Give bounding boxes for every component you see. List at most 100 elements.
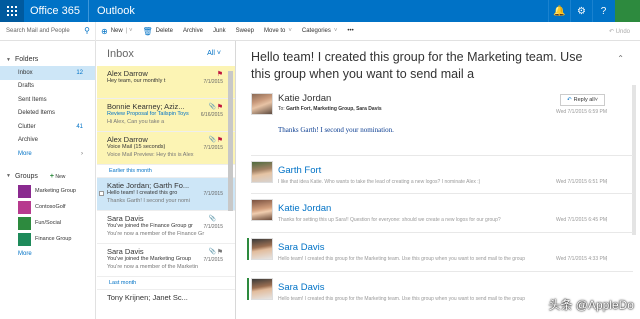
folder-label: Inbox	[18, 69, 33, 76]
categories-button[interactable]: Categories ˅	[297, 22, 343, 41]
gear-icon[interactable]: ⚙	[570, 0, 592, 22]
archive-button[interactable]: Archive	[178, 22, 208, 41]
groups-more-link[interactable]: More	[0, 247, 95, 261]
folders-header-label: Folders	[14, 56, 39, 63]
group-icon	[18, 184, 31, 198]
message-item[interactable]: Alex Darrow ⚑ Hey team, our monthly t 7/…	[97, 66, 235, 99]
sender-name[interactable]: Sara Davis	[278, 242, 324, 253]
user-avatar[interactable]	[614, 0, 640, 22]
reply-all-button[interactable]: ↶ Reply all ˅	[560, 94, 605, 106]
move-to-label: Move to	[264, 28, 286, 34]
group-item[interactable]: Marketing Group	[0, 183, 95, 199]
folders-header[interactable]: ▼ Folders	[0, 53, 95, 66]
section-header: Last month	[97, 277, 235, 290]
new-group-label: New	[55, 173, 66, 180]
message-item-selected[interactable]: Katie Jordan; Garth Fo... Hello team! I …	[97, 178, 235, 211]
flag-icon[interactable]: ⚑	[217, 70, 223, 78]
reading-scrollbar[interactable]	[632, 85, 636, 235]
sweep-button[interactable]: Sweep	[231, 22, 259, 41]
sender-name[interactable]: Sara Davis	[278, 282, 324, 293]
message-item[interactable]: Sara Davis 📎 ⚑ You've joined the Marketi…	[97, 244, 235, 277]
new-label: New	[110, 28, 123, 34]
sender-avatar[interactable]	[251, 278, 273, 300]
more-options-icon[interactable]: ⋮	[604, 256, 609, 262]
flag-icon[interactable]: ⚑	[217, 136, 223, 144]
conversation-message[interactable]: Sara Davis Hello team! I created this gr…	[247, 238, 627, 264]
attachment-icon: 📎	[208, 137, 216, 143]
top-bar: Office 365 Outlook 🔔 ⚙ ?	[0, 0, 640, 22]
app-name[interactable]: Outlook	[89, 5, 135, 17]
more-actions-button[interactable]: •••	[342, 22, 358, 41]
message-item[interactable]: Alex Darrow 📎 ⚑ Voice Mail (15 seconds) …	[97, 132, 235, 165]
bell-icon[interactable]: 🔔	[548, 0, 570, 22]
group-item[interactable]: Finance Group	[0, 231, 95, 247]
outlook-window: Office 365 Outlook 🔔 ⚙ ? Search Mail and…	[0, 0, 640, 319]
folder-item-inbox[interactable]: Inbox 12	[0, 66, 95, 80]
conversation-message[interactable]: Garth Fort I like that idea Katie. Who w…	[251, 161, 627, 187]
group-indicator	[247, 278, 249, 300]
unread-count: 12	[76, 69, 83, 76]
collapse-triangle-icon: ▼	[6, 173, 11, 179]
app-launcher-button[interactable]	[0, 0, 24, 22]
flag-icon[interactable]: ⚑	[217, 248, 223, 256]
move-to-button[interactable]: Move to ˅	[259, 22, 297, 41]
sender-avatar[interactable]	[251, 199, 273, 221]
message-date: Wed 7/1/2015 4:33 PM	[555, 256, 607, 262]
message-date: 6/16/2015	[200, 112, 223, 118]
chevron-down-icon[interactable]: | ˅	[126, 28, 133, 34]
message-divider	[251, 155, 633, 156]
sender-name[interactable]: Garth Fort	[278, 165, 321, 176]
list-scrollbar[interactable]	[228, 71, 233, 211]
message-item[interactable]: Tony Krijnen; Janet Sc...	[97, 290, 235, 319]
folder-label: Deleted Items	[18, 110, 56, 117]
message-date: 7/1/2015	[203, 191, 223, 197]
folder-item-sent[interactable]: Sent Items	[0, 93, 95, 107]
message-item[interactable]: Sara Davis 📎 You've joined the Finance G…	[97, 211, 235, 244]
search-icon[interactable]: ⚲	[84, 26, 90, 35]
sender-name[interactable]: Katie Jordan	[278, 203, 331, 214]
filter-dropdown[interactable]: All ˅	[207, 50, 221, 57]
folder-item-clutter[interactable]: Clutter 41	[0, 120, 95, 134]
message-date: Wed 7/1/2015 6:59 PM	[555, 109, 607, 115]
reading-pane: Hello team! I created this group for the…	[237, 41, 640, 319]
message-item[interactable]: Bonnie Kearney; Aziz... 📎 ⚑ Review Propo…	[97, 99, 235, 132]
attachment-icon: 📎	[208, 104, 216, 110]
search-input[interactable]: Search Mail and People ⚲	[0, 21, 96, 41]
group-item[interactable]: ContosoGolf	[0, 199, 95, 215]
more-options-icon[interactable]: ⋮	[604, 179, 609, 185]
categories-label: Categories	[301, 28, 331, 34]
group-item[interactable]: Fun/Social	[0, 215, 95, 231]
select-checkbox[interactable]	[99, 191, 104, 196]
sender-avatar[interactable]	[251, 238, 273, 260]
conversation-message-expanded[interactable]: Katie Jordan To: Garth Fort, Marketing G…	[251, 93, 627, 153]
message-date: 7/1/2015	[203, 224, 223, 230]
message-sender: Sara Davis	[107, 247, 144, 256]
message-preview: Voice Mail Preview: Hey this is Alex	[107, 151, 194, 158]
group-indicator	[247, 238, 249, 260]
folder-item-deleted[interactable]: Deleted Items	[0, 107, 95, 121]
sender-avatar[interactable]	[251, 161, 273, 183]
collapse-up-icon[interactable]: ⌃	[617, 54, 624, 63]
junk-button[interactable]: Junk	[208, 22, 231, 41]
conversation-message[interactable]: Katie Jordan Thanks for setting this up …	[251, 199, 627, 225]
help-icon[interactable]: ?	[592, 0, 614, 22]
new-group-button[interactable]: + New	[50, 173, 66, 180]
delete-button[interactable]: 🗑 Delete	[137, 22, 178, 41]
chevron-down-icon: ˅	[333, 28, 338, 34]
archive-label: Archive	[182, 28, 203, 34]
flag-icon[interactable]: ⚑	[217, 103, 223, 111]
sender-name[interactable]: Katie Jordan	[278, 93, 331, 104]
folders-more-link[interactable]: More ›	[0, 147, 95, 161]
recipients[interactable]: Garth Fort, Marketing Group, Sara Davis	[286, 106, 382, 112]
folder-item-drafts[interactable]: Drafts	[0, 80, 95, 94]
groups-header[interactable]: ▼ Groups + New	[0, 169, 95, 183]
sender-avatar[interactable]	[251, 93, 273, 115]
folder-pane: ▼ Folders Inbox 12 Drafts Sent Items Delet…	[0, 41, 96, 319]
plus-icon: ⊕	[101, 26, 108, 36]
undo-button[interactable]: ↶ Undo	[609, 28, 630, 35]
more-options-icon[interactable]: ⋮	[604, 217, 609, 223]
search-placeholder: Search Mail and People	[6, 28, 70, 34]
new-button[interactable]: ⊕ New | ˅	[96, 22, 137, 41]
office365-brand[interactable]: Office 365	[24, 0, 89, 22]
folder-item-archive[interactable]: Archive	[0, 134, 95, 148]
